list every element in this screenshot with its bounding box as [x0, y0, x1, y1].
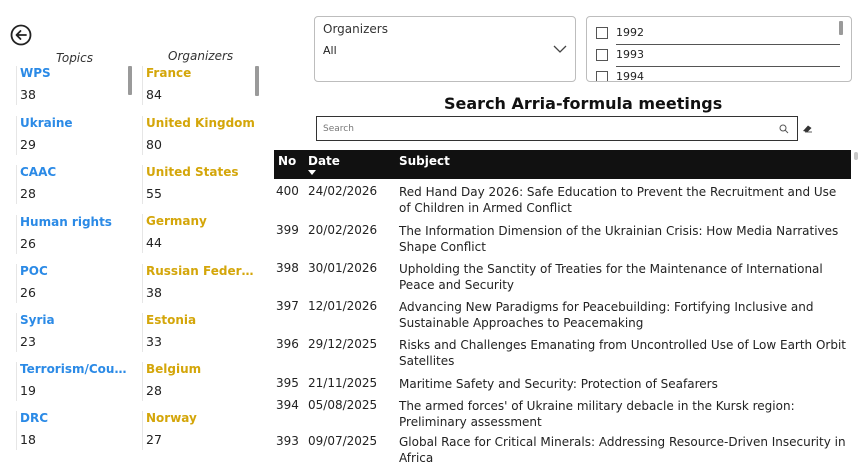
search-input[interactable] [323, 121, 763, 136]
organizer-count: 27 [146, 432, 162, 447]
row-date: 09/07/2025 [308, 434, 378, 448]
topic-label: Human rights [20, 215, 112, 229]
search-icon[interactable] [779, 124, 789, 134]
row-subject: Upholding the Sanctity of Treaties for t… [399, 262, 823, 292]
organizer-label: United Kingdom [146, 116, 255, 130]
topic-label: Syria [20, 313, 55, 327]
row-subject: The armed forces' of Ukraine military de… [399, 399, 795, 429]
row-no: 398 [276, 261, 299, 275]
organizer-count: 44 [146, 235, 162, 250]
organizers-dropdown[interactable]: All [323, 44, 337, 57]
eraser-icon[interactable] [802, 124, 813, 133]
topic-label: POC [20, 264, 48, 278]
topic-label: DRC [20, 411, 49, 425]
back-button[interactable] [10, 24, 32, 46]
row-no: 399 [276, 223, 299, 237]
row-no: 397 [276, 299, 299, 313]
organizer-label: Germany [146, 214, 207, 228]
topic-count: 28 [20, 186, 36, 201]
row-no: 393 [276, 434, 299, 448]
row-subject: Global Race for Critical Minerals: Addre… [399, 435, 846, 465]
row-date: 12/01/2026 [308, 299, 378, 313]
organizer-count: 84 [146, 87, 162, 102]
row-subject: Advancing New Paradigms for Peacebuildin… [399, 300, 814, 330]
search-box[interactable] [316, 116, 798, 141]
year-list-scrollbar[interactable] [839, 21, 843, 35]
year-checkbox[interactable] [596, 71, 608, 81]
year-label: 1994 [616, 70, 644, 82]
organizer-count: 28 [146, 383, 162, 398]
topics-scrollbar[interactable] [128, 66, 132, 95]
chevron-down-icon[interactable] [553, 44, 567, 54]
organizer-label: Russian Federati... [146, 264, 258, 278]
row-date: 21/11/2025 [308, 376, 378, 390]
organizers-scrollbar[interactable] [255, 66, 259, 96]
year-checkbox[interactable] [596, 27, 608, 39]
row-date: 05/08/2025 [308, 398, 378, 412]
row-no: 394 [276, 398, 299, 412]
year-checkbox[interactable] [596, 49, 608, 61]
year-label: 1993 [616, 48, 644, 61]
row-date: 30/01/2026 [308, 261, 378, 275]
row-date: 29/12/2025 [308, 337, 378, 351]
topic-count: 23 [20, 334, 36, 349]
topic-count: 38 [20, 87, 36, 102]
topic-label: Terrorism/Count... [20, 362, 132, 376]
topic-count: 26 [20, 236, 36, 251]
topic-count: 18 [20, 432, 36, 447]
page-title: Search Arria-formula meetings [444, 94, 723, 113]
year-filter-list: 1992 1993 1994 [586, 16, 852, 82]
year-option[interactable]: 1993 [596, 45, 840, 67]
year-option[interactable]: 1994 [596, 67, 840, 82]
row-subject: Risks and Challenges Emanating from Unco… [399, 338, 847, 368]
organizer-count: 80 [146, 137, 162, 152]
organizer-label: Belgium [146, 362, 202, 376]
row-no: 395 [276, 376, 299, 390]
topic-label: Ukraine [20, 116, 73, 130]
row-subject: The Information Dimension of the Ukraini… [399, 224, 839, 254]
topic-count: 26 [20, 285, 36, 300]
year-label: 1992 [616, 26, 644, 39]
organizer-count: 55 [146, 186, 162, 201]
organizer-label: France [146, 66, 192, 80]
topics-header: Topics [56, 51, 93, 65]
column-header-subject[interactable]: Subject [399, 154, 450, 168]
column-header-date[interactable]: Date [308, 154, 340, 168]
sort-descending-icon[interactable] [308, 170, 316, 175]
organizer-label: Norway [146, 411, 197, 425]
organizer-label: Estonia [146, 313, 197, 327]
row-date: 20/02/2026 [308, 223, 378, 237]
topic-label: CAAC [20, 165, 57, 179]
organizer-label: United States [146, 165, 239, 179]
topic-count: 19 [20, 383, 36, 398]
topic-count: 29 [20, 137, 36, 152]
table-header: No Date Subject [274, 150, 851, 179]
organizers-header: Organizers [168, 49, 234, 63]
topic-label: WPS [20, 66, 51, 80]
organizers-filter: Organizers All [314, 16, 576, 82]
row-subject: Red Hand Day 2026: Safe Education to Pre… [399, 185, 837, 215]
row-date: 24/02/2026 [308, 184, 378, 198]
year-option[interactable]: 1992 [596, 23, 840, 45]
row-subject: Maritime Safety and Security: Protection… [399, 377, 718, 391]
organizer-count: 33 [146, 334, 162, 349]
table-scrollbar[interactable] [854, 152, 858, 160]
organizer-count: 38 [146, 285, 162, 300]
organizers-filter-title: Organizers [323, 22, 388, 36]
row-no: 400 [276, 184, 299, 198]
row-no: 396 [276, 337, 299, 351]
column-header-no[interactable]: No [278, 154, 296, 168]
